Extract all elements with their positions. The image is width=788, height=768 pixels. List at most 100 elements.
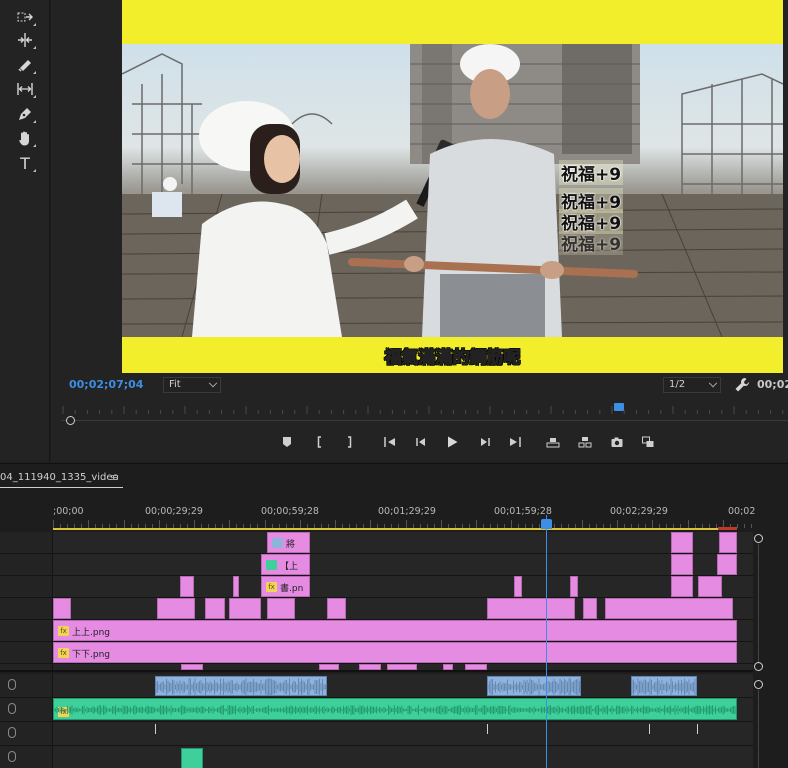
type-tool-icon[interactable]: T	[12, 152, 38, 174]
chevron-down-icon	[708, 378, 718, 388]
step-forward-icon[interactable]	[475, 432, 495, 452]
razor-tool-icon[interactable]	[12, 54, 38, 76]
track-v6: 將	[0, 532, 753, 554]
audio-keyframe[interactable]	[155, 724, 156, 734]
timeline-clip[interactable]	[180, 576, 194, 597]
timeline-clip[interactable]	[671, 576, 693, 597]
timeline-clip[interactable]	[698, 576, 722, 597]
timeline-clip[interactable]	[671, 554, 693, 575]
track-lane[interactable]: fx 書.pn	[53, 576, 753, 597]
timeline-clip[interactable]	[719, 532, 737, 553]
track-select-forward-tool-icon[interactable]	[12, 6, 38, 28]
timeline-clip[interactable]	[605, 598, 733, 619]
export-frame-icon[interactable]	[607, 432, 627, 452]
sequence-tab[interactable]: 04_111940_1335_video	[0, 472, 123, 488]
timeline-vertical-scrollbar[interactable]	[753, 532, 765, 768]
track-lane[interactable]: fx 上上.png	[53, 620, 753, 641]
settings-wrench-icon[interactable]	[734, 377, 750, 393]
timeline-clip[interactable]: 將	[267, 532, 310, 553]
monitor-playhead[interactable]	[613, 403, 624, 411]
timeline-clip[interactable]	[583, 598, 597, 619]
scroll-handle-top[interactable]	[754, 534, 763, 543]
fx-badge-icon: fx	[58, 626, 69, 636]
timeline-clip[interactable]: fx 下下.png	[53, 642, 737, 663]
step-back-icon[interactable]	[411, 432, 431, 452]
voiceover-record-icon[interactable]	[8, 679, 16, 690]
playhead-timecode[interactable]: 00;02;07;04	[69, 378, 143, 391]
timeline-clip[interactable]	[359, 664, 381, 670]
timeline-clip[interactable]	[443, 664, 453, 670]
track-lane[interactable]	[53, 598, 753, 619]
voiceover-record-icon[interactable]	[8, 703, 16, 714]
track-header	[0, 746, 53, 768]
audio-keyframe[interactable]	[697, 724, 698, 734]
panel-menu-icon[interactable]: ≡	[110, 471, 119, 484]
audio-clip[interactable]	[487, 676, 581, 696]
timeline-clip[interactable]	[327, 598, 346, 619]
audio-clip[interactable]	[181, 748, 203, 768]
work-area-bar[interactable]	[53, 528, 737, 530]
track-lane[interactable]	[53, 674, 753, 697]
mark-out-icon[interactable]	[339, 432, 359, 452]
zoom-level-dropdown[interactable]: Fit	[163, 377, 221, 393]
track-lane[interactable]: fx	[53, 698, 753, 721]
timeline-clip[interactable]: fx 書.pn	[261, 576, 310, 597]
track-lane[interactable]: 將	[53, 532, 753, 553]
hand-tool-icon[interactable]	[12, 127, 38, 149]
timeline-clip[interactable]	[157, 598, 195, 619]
ripple-edit-tool-icon[interactable]	[12, 29, 38, 51]
timeline-ruler[interactable]: ;00;00 00;00;29;29 00;00;59;28 00;01;29;…	[53, 502, 758, 530]
ruler-label: ;00;00	[53, 506, 84, 517]
timeline-clip[interactable]	[487, 598, 575, 619]
timeline-playhead-line[interactable]	[546, 515, 547, 768]
track-a1	[0, 674, 753, 698]
playback-resolution-dropdown[interactable]: 1/2	[663, 377, 721, 393]
extract-icon[interactable]	[575, 432, 595, 452]
add-marker-icon[interactable]	[277, 432, 297, 452]
audio-waveform	[632, 678, 696, 695]
scroll-handle-bottom[interactable]	[754, 662, 763, 671]
zoom-handle[interactable]	[66, 416, 75, 425]
monitor-scrub-bar[interactable]	[61, 402, 788, 428]
audio-clip[interactable]	[631, 676, 697, 696]
ruler-label: 00;01;29;29	[378, 506, 436, 517]
lift-icon[interactable]	[543, 432, 563, 452]
voiceover-record-icon[interactable]	[8, 751, 16, 762]
track-lane[interactable]	[53, 664, 753, 670]
timeline-clip[interactable]	[181, 664, 203, 670]
timeline-clip[interactable]	[319, 664, 339, 670]
timeline-clip[interactable]	[717, 554, 737, 575]
timeline-clip[interactable]	[570, 576, 578, 597]
audio-scroll-handle-top[interactable]	[754, 680, 763, 689]
track-lane[interactable]: 【上	[53, 554, 753, 575]
timeline-clip[interactable]: fx 上上.png	[53, 620, 737, 641]
track-v1: fx 下下.png	[0, 642, 753, 664]
timeline-clip[interactable]	[514, 576, 522, 597]
go-to-out-icon[interactable]	[505, 432, 525, 452]
track-lane[interactable]	[53, 722, 753, 745]
timeline-clip[interactable]	[229, 598, 261, 619]
timeline-clip[interactable]: 【上	[261, 554, 310, 575]
ruler-tick	[335, 520, 336, 528]
timeline-clip[interactable]	[233, 576, 239, 597]
audio-keyframe[interactable]	[649, 724, 650, 734]
timeline-clip[interactable]	[465, 664, 487, 670]
audio-clip[interactable]: fx	[53, 698, 737, 720]
track-lane[interactable]: fx 下下.png	[53, 642, 753, 663]
timeline-clip[interactable]	[671, 532, 693, 553]
voiceover-record-icon[interactable]	[8, 727, 16, 738]
timeline-clip[interactable]	[267, 598, 295, 619]
audio-clip[interactable]	[155, 676, 327, 696]
slip-tool-icon[interactable]	[12, 78, 38, 100]
audio-keyframe[interactable]	[487, 724, 488, 734]
timeline-clip[interactable]	[387, 664, 417, 670]
track-lane[interactable]	[53, 746, 753, 768]
track-header	[0, 532, 53, 553]
comparison-view-icon[interactable]	[638, 432, 658, 452]
go-to-in-icon[interactable]	[380, 432, 400, 452]
play-icon[interactable]	[442, 432, 462, 452]
mark-in-icon[interactable]	[310, 432, 330, 452]
pen-tool-icon[interactable]	[12, 103, 38, 125]
timeline-clip[interactable]	[205, 598, 225, 619]
timeline-clip[interactable]	[53, 598, 71, 619]
